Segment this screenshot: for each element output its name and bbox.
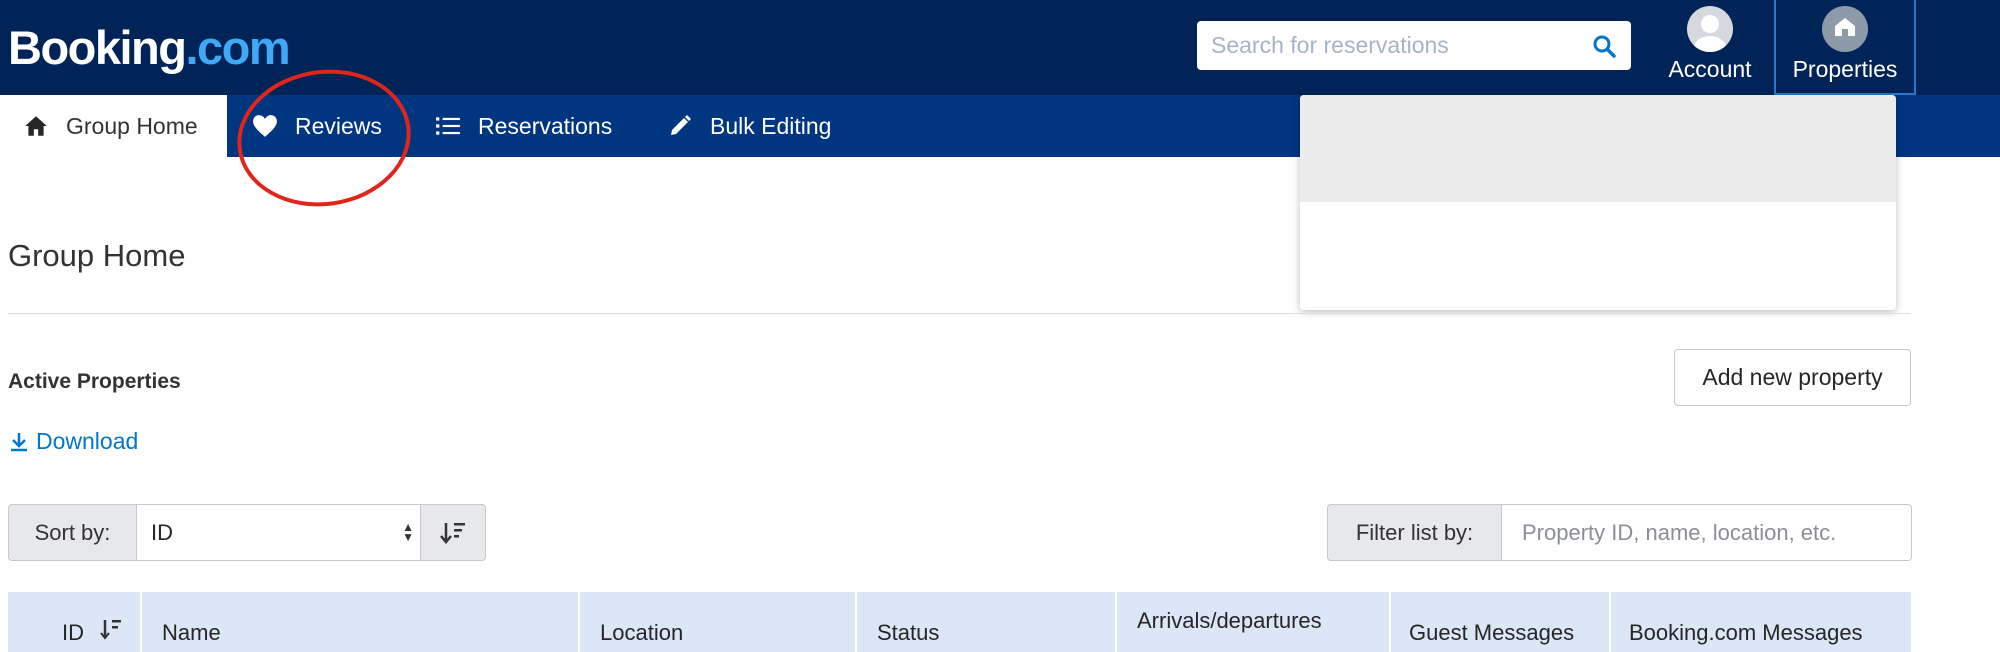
sort-control: Sort by: ID ▲ ▼ [8, 504, 486, 561]
add-new-property-button[interactable]: Add new property [1674, 349, 1911, 406]
sort-select[interactable]: ID ▲ ▼ [137, 504, 420, 561]
column-header-booking-messages[interactable]: Booking.com Messages [1611, 592, 1911, 652]
dropdown-header-area [1300, 95, 1896, 202]
sort-label: Sort by: [8, 504, 137, 561]
filter-input[interactable] [1502, 504, 1912, 561]
column-header-id[interactable]: ID [8, 592, 142, 652]
column-label: Name [162, 620, 221, 645]
nav-item-bulk-editing[interactable]: Bulk Editing [666, 95, 831, 157]
download-link[interactable]: Download [10, 428, 138, 455]
account-avatar-icon [1687, 6, 1733, 52]
sort-value: ID [151, 519, 173, 545]
nav-item-label: Group Home [66, 112, 198, 139]
search-input[interactable] [1211, 32, 1591, 59]
download-label: Download [36, 428, 139, 454]
column-label: Location [600, 620, 684, 645]
sort-icon [100, 618, 122, 648]
filter-control: Filter list by: [1327, 504, 1912, 561]
properties-table-header: ID Name Location Status Arrivals/departu… [8, 592, 1911, 652]
nav-item-reservations[interactable]: Reservations [434, 95, 612, 157]
column-label: Arrivals/departures [1137, 608, 1322, 633]
nav-item-label: Bulk Editing [710, 112, 832, 139]
divider [8, 313, 1911, 314]
search-icon[interactable] [1591, 33, 1617, 59]
home-icon [22, 112, 50, 140]
properties-button[interactable]: Properties [1774, 0, 1916, 95]
page-title: Group Home [8, 238, 186, 273]
column-header-status[interactable]: Status [857, 592, 1117, 652]
logo-tld-text: .com [185, 21, 290, 74]
sort-direction-button[interactable] [420, 504, 486, 561]
account-button[interactable]: Account [1660, 6, 1760, 90]
nav-item-label: Reservations [478, 112, 613, 139]
sort-direction-icon [440, 522, 465, 544]
properties-label: Properties [1792, 56, 1898, 82]
download-icon [10, 432, 28, 452]
reservation-search [1197, 21, 1631, 70]
nav-item-group-home[interactable]: Group Home [0, 95, 227, 157]
filter-label: Filter list by: [1327, 504, 1502, 561]
properties-dropdown [1300, 95, 1896, 310]
column-label: Booking.com Messages [1629, 620, 1863, 645]
list-icon [434, 112, 462, 140]
column-header-guest-messages[interactable]: Guest Messages [1391, 592, 1611, 652]
properties-avatar-icon [1822, 6, 1868, 52]
column-label: Status [877, 620, 940, 645]
select-arrows-icon: ▲ ▼ [402, 520, 414, 544]
account-label: Account [1668, 56, 1752, 82]
logo-main-text: Booking [8, 21, 187, 74]
column-header-location[interactable]: Location [580, 592, 857, 652]
column-label: Guest Messages [1409, 620, 1575, 645]
booking-logo[interactable]: Booking.com [8, 20, 291, 76]
pencil-icon [666, 112, 694, 140]
section-title: Active Properties [8, 370, 181, 393]
column-label: ID [62, 620, 84, 645]
column-header-name[interactable]: Name [142, 592, 580, 652]
column-header-arrivals-departures[interactable]: Arrivals/departures [1117, 592, 1391, 652]
